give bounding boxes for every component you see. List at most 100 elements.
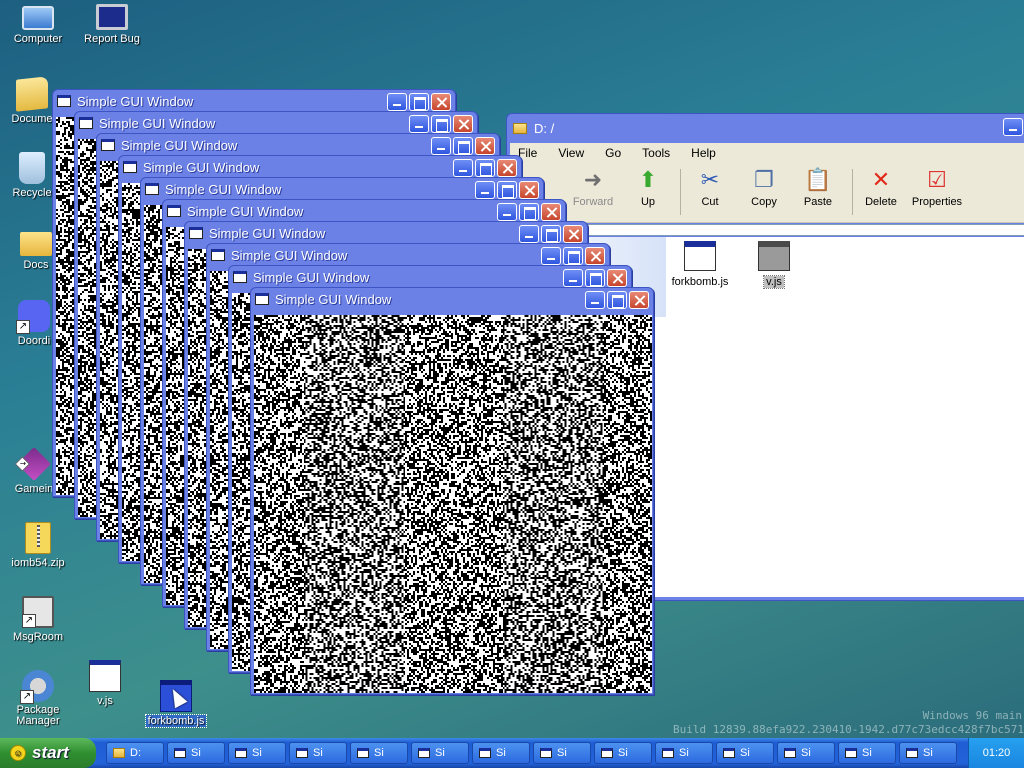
taskbar-item-gui-window[interactable]: Si <box>533 742 591 764</box>
minimize-button[interactable] <box>453 159 473 177</box>
minimize-button[interactable] <box>409 115 429 133</box>
minimize-button[interactable] <box>497 203 517 221</box>
folder-icon <box>113 748 125 758</box>
window-app-icon <box>79 117 93 129</box>
minimize-button[interactable] <box>387 93 407 111</box>
menu-view[interactable]: View <box>558 146 584 160</box>
window-title: Simple GUI Window <box>143 160 259 175</box>
close-button[interactable] <box>541 203 561 221</box>
paste-icon: 📋 <box>804 167 832 193</box>
minimize-button[interactable] <box>1003 118 1023 136</box>
window-title: Simple GUI Window <box>231 248 347 263</box>
close-button[interactable] <box>629 291 649 309</box>
window-title: Simple GUI Window <box>209 226 325 241</box>
window-app-icon <box>189 227 203 239</box>
cut-button[interactable]: ✂ Cut <box>682 167 738 208</box>
properties-button[interactable]: ☑ Properties <box>907 167 967 208</box>
taskbar-item-gui-window[interactable]: Si <box>899 742 957 764</box>
minimize-button[interactable] <box>431 137 451 155</box>
window-app-icon <box>211 249 225 261</box>
taskbar-item-gui-window[interactable]: Si <box>594 742 652 764</box>
up-button[interactable]: ⬆ Up <box>620 167 676 208</box>
menu-tools[interactable]: Tools <box>642 146 670 160</box>
window-app-icon <box>167 205 181 217</box>
package-manager-icon <box>22 670 54 702</box>
minimize-button[interactable] <box>563 269 583 287</box>
taskbar-item-gui-window[interactable]: Si <box>167 742 225 764</box>
minimize-button[interactable] <box>475 181 495 199</box>
start-label: start <box>32 743 69 763</box>
maximize-button[interactable] <box>409 93 429 111</box>
copy-icon: ❐ <box>750 167 778 193</box>
taskbar-item-label: Si <box>618 747 628 759</box>
close-button[interactable] <box>475 137 495 155</box>
close-button[interactable] <box>497 159 517 177</box>
close-button[interactable] <box>607 269 627 287</box>
start-button[interactable]: ☺ start <box>0 738 96 768</box>
delete-x-icon: ✕ <box>867 167 895 193</box>
monitor-icon <box>96 4 128 30</box>
explorer-title: D: / <box>534 121 554 136</box>
close-button[interactable] <box>453 115 473 133</box>
maximize-button[interactable] <box>541 225 561 243</box>
taskbar-item-gui-window[interactable]: Si <box>777 742 835 764</box>
window-app-icon <box>296 748 308 758</box>
close-button[interactable] <box>431 93 451 111</box>
desktop-icon-label: Package Manager <box>0 705 76 727</box>
taskbar-item-label: Si <box>374 747 384 759</box>
maximize-button[interactable] <box>585 269 605 287</box>
maximize-button[interactable] <box>519 203 539 221</box>
close-button[interactable] <box>519 181 539 199</box>
menu-help[interactable]: Help <box>691 146 716 160</box>
taskbar-item-label: Si <box>313 747 323 759</box>
desktop-icon-report-bug[interactable]: Report Bug <box>74 4 150 45</box>
window-title: Simple GUI Window <box>99 116 215 131</box>
taskbar-item-gui-window[interactable]: Si <box>716 742 774 764</box>
taskbar-item-label: Si <box>191 747 201 759</box>
explorer-titlebar[interactable]: D: / <box>507 114 1024 142</box>
delete-button[interactable]: ✕ Delete <box>853 167 909 208</box>
simple-gui-window[interactable]: Simple GUI Window <box>250 287 654 695</box>
forward-button[interactable]: ➜ Forward <box>565 167 621 208</box>
taskbar-item-label: Si <box>801 747 811 759</box>
minimize-button[interactable] <box>519 225 539 243</box>
script-file-icon <box>89 660 121 692</box>
taskbar-item-gui-window[interactable]: Si <box>472 742 530 764</box>
desktop-icon-msgroom[interactable]: MsgRoom <box>0 596 76 643</box>
close-button[interactable] <box>563 225 583 243</box>
menu-go[interactable]: Go <box>605 146 621 160</box>
file-item-v-js[interactable]: v.js <box>738 241 810 288</box>
maximize-button[interactable] <box>453 137 473 155</box>
cube-icon <box>17 447 51 481</box>
minimize-button[interactable] <box>585 291 605 309</box>
desktop-icon-package-manager[interactable]: Package Manager <box>0 670 76 727</box>
msgroom-icon <box>22 596 54 628</box>
taskbar-item-gui-window[interactable]: Si <box>350 742 408 764</box>
delete-label: Delete <box>865 196 897 208</box>
desktop-icon-v-js[interactable]: v.js <box>67 660 143 707</box>
taskbar-item-gui-window[interactable]: Si <box>655 742 713 764</box>
window-title: Simple GUI Window <box>253 270 369 285</box>
taskbar-item-gui-window[interactable]: Si <box>289 742 347 764</box>
desktop-icon-label: MsgRoom <box>0 631 76 643</box>
taskbar-item-explorer[interactable]: D: <box>106 742 164 764</box>
maximize-button[interactable] <box>497 181 517 199</box>
properties-icon: ☑ <box>923 167 951 193</box>
maximize-button[interactable] <box>475 159 495 177</box>
minimize-button[interactable] <box>541 247 561 265</box>
clock[interactable]: 01:20 <box>983 747 1011 759</box>
taskbar-item-gui-window[interactable]: Si <box>838 742 896 764</box>
maximize-button[interactable] <box>563 247 583 265</box>
close-button[interactable] <box>585 247 605 265</box>
taskbar-item-gui-window[interactable]: Si <box>411 742 469 764</box>
taskbar-item-gui-window[interactable]: Si <box>228 742 286 764</box>
paste-button[interactable]: 📋 Paste <box>790 167 846 208</box>
desktop-icon-zip[interactable]: iomb54.zip <box>0 522 76 569</box>
copy-button[interactable]: ❐ Copy <box>736 167 792 208</box>
maximize-button[interactable] <box>431 115 451 133</box>
properties-label: Properties <box>912 196 962 208</box>
up-label: Up <box>641 196 655 208</box>
maximize-button[interactable] <box>607 291 627 309</box>
file-item-forkbomb[interactable]: forkbomb.js <box>664 241 736 288</box>
desktop-icon-computer[interactable]: Computer <box>0 4 76 45</box>
